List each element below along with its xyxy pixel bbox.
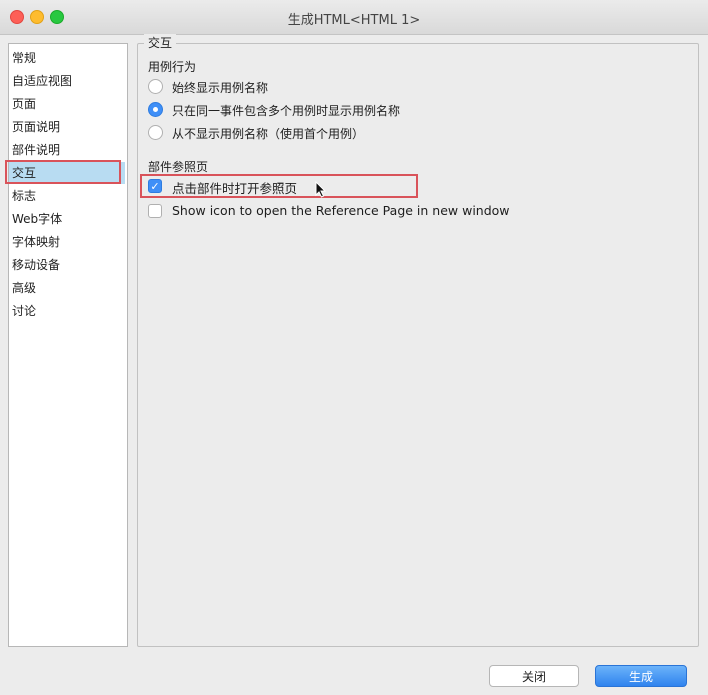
checkbox-label: Show icon to open the Reference Page in … bbox=[172, 203, 510, 218]
radio-label: 只在同一事件包含多个用例时显示用例名称 bbox=[172, 104, 401, 118]
checkbox[interactable] bbox=[148, 204, 162, 218]
sidebar-highlight-frame bbox=[5, 160, 121, 184]
radio-button[interactable] bbox=[148, 125, 163, 140]
radio-button-selected[interactable] bbox=[148, 102, 163, 117]
generate-button[interactable]: 生成 bbox=[595, 665, 687, 687]
checkbox-highlight-frame bbox=[140, 174, 418, 198]
close-button[interactable]: 关闭 bbox=[489, 665, 579, 687]
sidebar-item-pages[interactable]: 页面 bbox=[12, 93, 36, 115]
group-title: 交互 bbox=[144, 34, 177, 51]
sidebar-item-font-mapping[interactable]: 字体映射 bbox=[12, 231, 60, 253]
sidebar-item-logo[interactable]: 标志 bbox=[12, 185, 36, 207]
sidebar-item-web-fonts[interactable]: Web字体 bbox=[12, 208, 62, 230]
sidebar-item-widget-notes[interactable]: 部件说明 bbox=[12, 139, 60, 161]
case-behavior-heading: 用例行为 bbox=[148, 60, 197, 74]
sidebar-item-mobile[interactable]: 移动设备 bbox=[12, 254, 60, 276]
sidebar-item-general[interactable]: 常规 bbox=[12, 47, 36, 69]
mouse-pointer-icon bbox=[315, 181, 327, 198]
radio-button[interactable] bbox=[148, 79, 163, 94]
sidebar-item-discussion[interactable]: 讨论 bbox=[12, 300, 36, 322]
radio-label: 始终显示用例名称 bbox=[172, 81, 269, 95]
sidebar-item-adaptive-views[interactable]: 自适应视图 bbox=[12, 70, 72, 92]
title-bar: 生成HTML<HTML 1> bbox=[0, 0, 708, 35]
sidebar-item-advanced[interactable]: 高级 bbox=[12, 277, 36, 299]
sidebar-item-page-notes[interactable]: 页面说明 bbox=[12, 116, 60, 138]
radio-label: 从不显示用例名称（使用首个用例） bbox=[172, 127, 365, 141]
reference-page-heading: 部件参照页 bbox=[148, 160, 209, 174]
sidebar: 常规 自适应视图 页面 页面说明 部件说明 交互 标志 Web字体 字体映射 移… bbox=[8, 43, 128, 647]
window-title: 生成HTML<HTML 1> bbox=[287, 13, 421, 28]
